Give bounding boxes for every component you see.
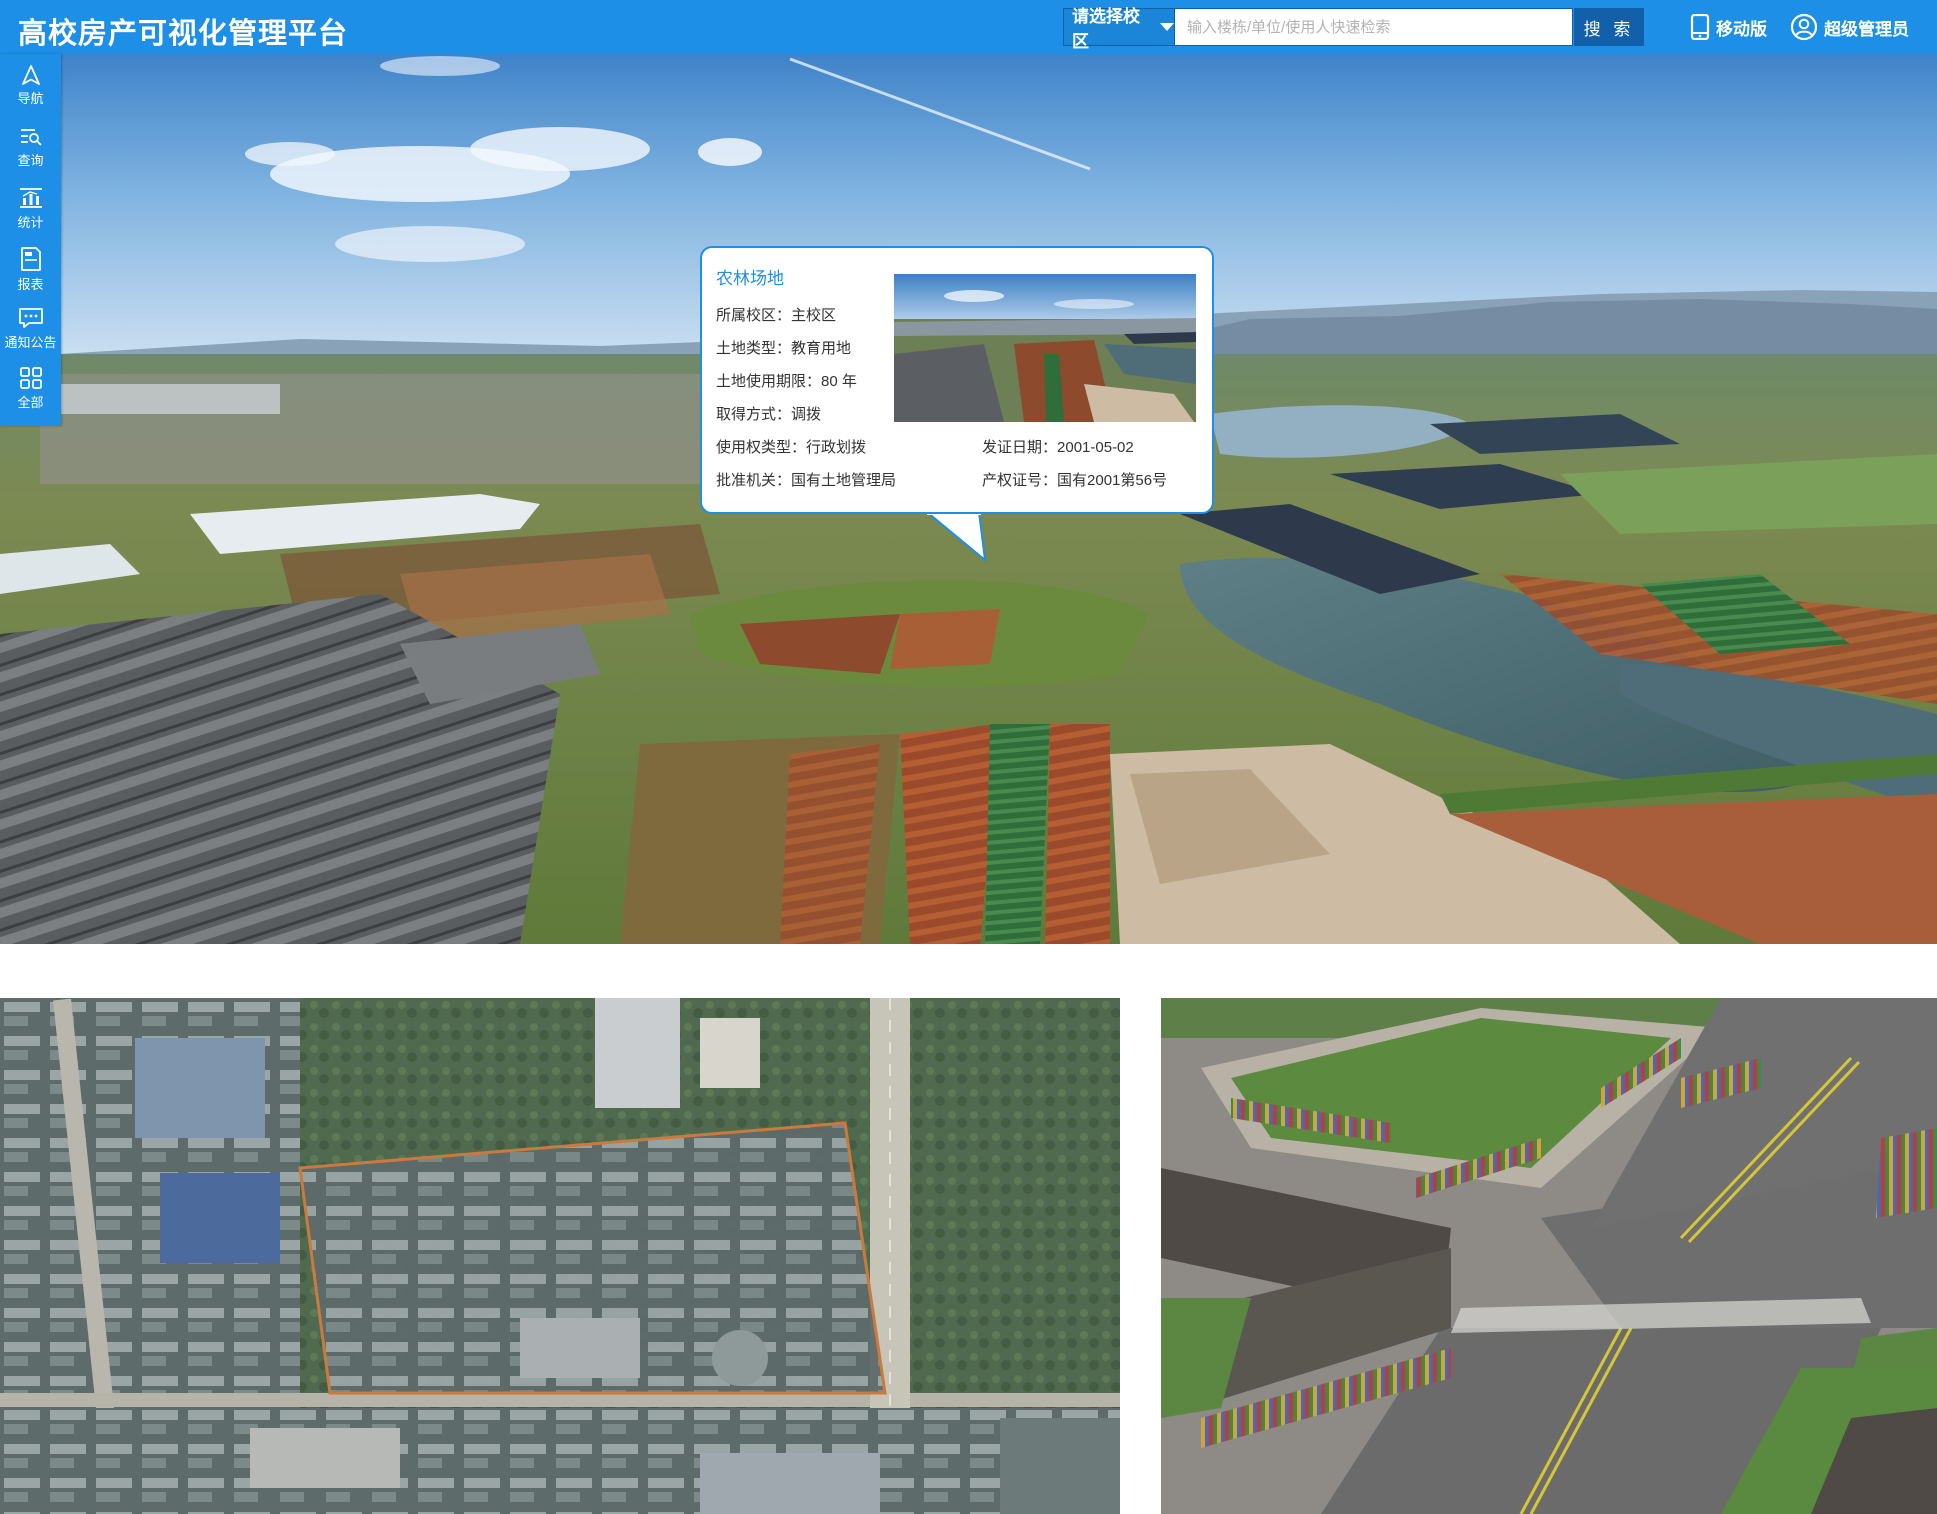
popup-field-issue-date: 发证日期：2001-05-02 [982,436,1134,457]
grid-icon [19,367,42,389]
admin-user-label: 超级管理员 [1824,19,1909,39]
popup-field-land-type: 土地类型：教育用地 [716,337,851,358]
field-label: 所属校区： [716,307,792,324]
popup-thumbnail-photo[interactable] [894,274,1196,422]
user-avatar-icon [1790,13,1818,41]
field-value: 国有2001第56号 [1057,472,1168,489]
mobile-phone-icon [1690,14,1710,40]
chevron-down-icon [1160,23,1174,31]
toolbar-item-notices[interactable]: 通知公告 [0,300,61,358]
popup-field-land-term: 土地使用期限：80 年 [716,370,857,391]
popup-field-acquisition: 取得方式：调拨 [716,403,821,424]
statistics-icon [19,188,42,208]
top-header-bar: 高校房产可视化管理平台 请选择校区 搜 索 移动版 超级管理员 [0,0,1937,54]
popup-field-certificate-no: 产权证号：国有2001第56号 [982,469,1167,490]
toolbar-item-label: 报表 [17,277,44,292]
toolbar-item-all[interactable]: 全部 [0,360,61,418]
satellite-map-image[interactable] [0,998,1120,1514]
search-button[interactable]: 搜 索 [1574,8,1644,46]
toolbar-item-label: 查询 [17,153,44,168]
campus-select-label: 请选择校区 [1072,7,1140,51]
toolbar-item-statistics[interactable]: 统计 [0,180,61,238]
field-label: 土地类型： [716,340,792,357]
side-toolbar: 导航 查询 统计 报表 通知公告 全部 [0,54,61,426]
popup-field-campus: 所属校区：主校区 [716,304,836,325]
toolbar-item-label: 统计 [17,215,44,230]
navigation-arrow-icon [21,65,40,85]
toolbar-item-label: 通知公告 [4,335,57,350]
field-label: 使用权类型： [716,439,807,456]
field-label: 发证日期： [982,439,1058,456]
search-input[interactable] [1175,8,1573,46]
field-label: 土地使用期限： [716,373,822,390]
field-value: 国有土地管理局 [791,472,897,489]
field-value: 行政划拨 [806,439,867,456]
report-icon [20,247,41,271]
campus-select[interactable]: 请选择校区 [1063,7,1175,51]
field-label: 批准机关： [716,472,792,489]
field-label: 产权证号： [982,472,1058,489]
3d-model-image[interactable] [1161,998,1937,1514]
toolbar-item-query[interactable]: 查询 [0,120,61,178]
popup-field-authority: 批准机关：国有土地管理局 [716,469,896,490]
field-value: 80 年 [821,373,857,390]
mobile-version-link[interactable]: 移动版 [1690,13,1767,41]
field-label: 取得方式： [716,406,792,423]
toolbar-item-label: 导航 [17,91,44,106]
search-list-icon [20,129,42,146]
field-value: 教育用地 [791,340,852,357]
popup-pointer [925,510,987,562]
field-value: 主校区 [791,307,837,324]
field-value: 2001-05-02 [1057,439,1134,456]
satellite-map-graphic [0,998,1120,1514]
popup-field-right-type: 使用权类型：行政划拨 [716,436,866,457]
toolbar-item-navigation[interactable]: 导航 [0,58,61,116]
popup-title[interactable]: 农林场地 [716,264,784,289]
land-info-popup: 农林场地 所属校区：主校区 土地类型：教育用地 土地使用期限：80 年 取得方式… [700,246,1214,514]
message-icon [18,308,43,328]
field-value: 调拨 [791,406,822,423]
thumbnail-image [894,274,1196,422]
3d-model-graphic [1161,998,1937,1514]
toolbar-item-report[interactable]: 报表 [0,240,61,298]
mobile-version-label: 移动版 [1716,19,1767,39]
toolbar-item-label: 全部 [17,395,44,410]
admin-user-menu[interactable]: 超级管理员 [1790,13,1909,41]
app-title: 高校房产可视化管理平台 [18,18,349,50]
